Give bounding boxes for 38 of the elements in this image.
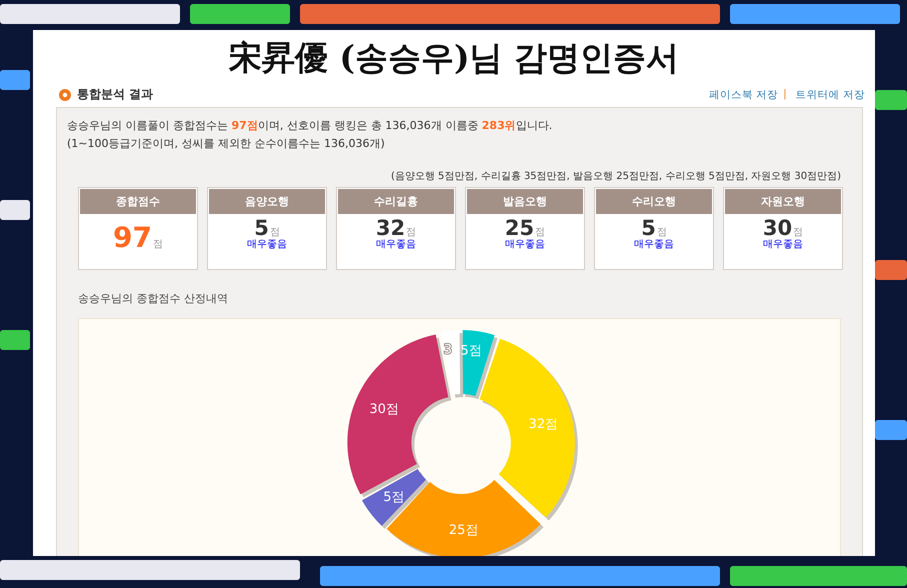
breakdown-heading: 송승우님의 종합점수 산정내역 <box>78 291 229 306</box>
card-header: 종합점수 <box>80 189 196 214</box>
share-link[interactable]: 트위터에 저장 <box>796 88 865 102</box>
card-header: 수리오행 <box>596 189 712 214</box>
score-value: 97 <box>113 224 152 252</box>
grade-label: 매우좋음 <box>763 239 803 251</box>
score-value: 5 <box>641 218 656 239</box>
bullet-icon <box>59 88 71 100</box>
score-unit: 점 <box>152 238 163 251</box>
slice-label: 3 <box>444 342 452 358</box>
score-unit: 점 <box>793 226 804 239</box>
grade-label: 매우좋음 <box>376 239 416 251</box>
card-header: 자원오행 <box>725 189 841 214</box>
certificate-title: 宋昇優 (송승우)님 감명인증서 <box>228 37 680 79</box>
separator: | <box>783 88 787 102</box>
score-value: 5 <box>254 218 269 239</box>
slice-label: 32점 <box>528 416 558 432</box>
card-header: 발음오행 <box>467 189 583 214</box>
summary-text: 송승우님의 이름풀이 종합점수는 97점이며, 선호이름 랭킹은 총 136,036개 이름중 283위입니다. <box>66 118 554 134</box>
grade-label: 매우좋음 <box>247 239 287 251</box>
max-score-note: (음양오행 5점만점, 수리길흉 35점만점, 발음오행 25점만점, 수리오행 5점만점, 자원오행 30점만점) <box>390 170 841 184</box>
score-unit: 점 <box>535 226 546 239</box>
share-link[interactable]: 페이스북 저장 <box>708 88 778 102</box>
slice-label: 5점 <box>383 490 404 506</box>
grade-label: 매우좋음 <box>505 239 545 251</box>
score-value: 25 <box>504 218 534 239</box>
score-unit: 점 <box>406 226 416 239</box>
score-unit: 점 <box>270 226 280 239</box>
card-header: 수리길흉 <box>338 189 454 214</box>
score-value: 32 <box>376 218 406 239</box>
score-unit: 점 <box>656 226 667 239</box>
slice-label: 30점 <box>369 402 399 417</box>
summary-text: (1~100등급기준이며, 성씨를 제외한 순수이름수는 136,036개) <box>66 136 386 152</box>
grade-label: 매우좋음 <box>634 239 674 251</box>
slice-label: 25점 <box>448 522 478 538</box>
score-value: 30 <box>762 218 792 239</box>
card-header: 음양오행 <box>209 189 325 214</box>
section-heading: 통합분석 결과 <box>77 86 154 103</box>
